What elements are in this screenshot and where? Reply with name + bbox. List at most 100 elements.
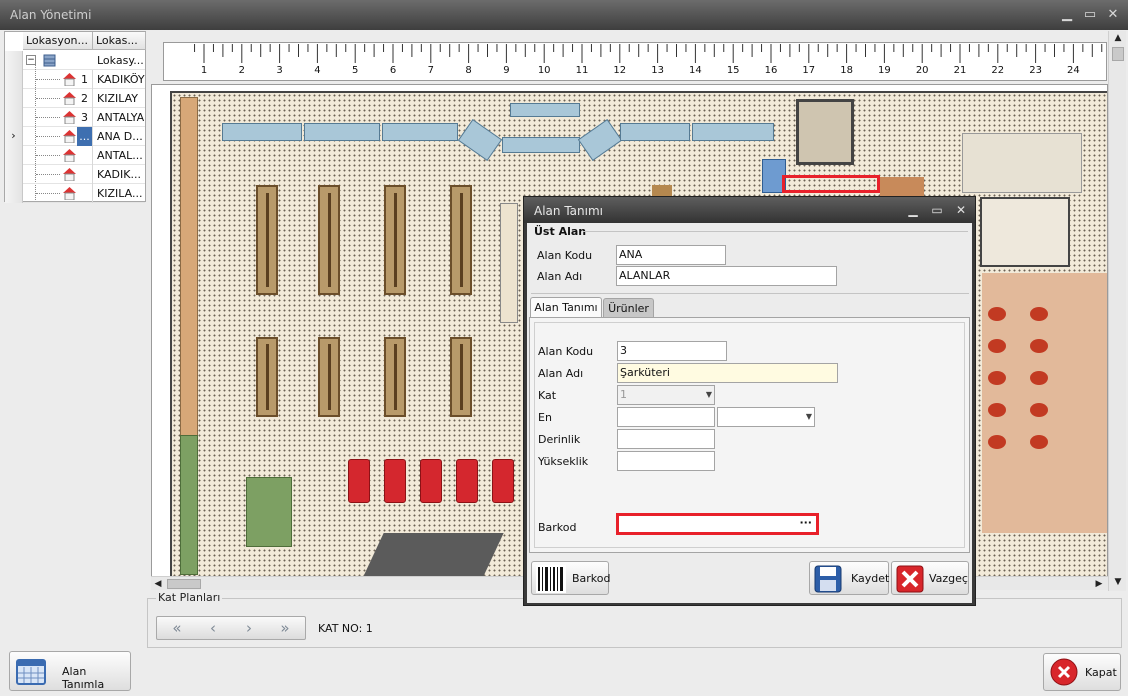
vertical-scrollbar[interactable]: ▲ ▼ [1108,31,1126,591]
ruler-number: 11 [575,65,589,76]
dialog-title: Alan Tanımı [534,204,603,218]
en-unit-select[interactable]: ▼ [717,407,815,427]
ust-alan-kodu-label: Alan Kodu [537,249,593,262]
house-icon [63,73,76,86]
location-row[interactable]: ANTAL... [5,146,145,165]
barkod-button[interactable]: Barkod [531,561,611,595]
kat-pager: « ‹ › » [156,616,306,640]
scroll-right-icon[interactable]: ▶ [1092,577,1106,591]
ust-alan-title: Üst Alan [534,225,587,238]
barkod-browse-button[interactable]: ··· [799,516,812,529]
dialog-minimize-icon[interactable]: ▁ [905,202,921,218]
dropdown-arrow-icon: ▼ [805,412,812,421]
location-row[interactable]: 2 KIZILAY [5,89,145,108]
alan-tanimla-button[interactable]: Alan Tanımla [9,651,131,691]
kat-no-label: KAT NO: 1 [318,622,373,635]
kat-label: Kat [538,389,557,402]
tab-urunler[interactable]: Ürünler [603,298,654,318]
next-page-button[interactable]: › [231,619,267,639]
en-label: En [538,411,552,424]
ruler-number: 20 [915,65,929,76]
scroll-left-icon[interactable]: ◀ [151,577,165,591]
ruler-number: 24 [1067,65,1080,76]
ruler-number: 3 [276,65,283,76]
ruler-number: 10 [537,65,551,76]
yukseklik-field[interactable] [617,451,715,471]
house-icon [63,149,76,162]
ruler-number: 15 [726,65,740,76]
ust-alan-kodu-field[interactable]: ANA [616,245,726,265]
ruler-number: 4 [314,65,321,76]
ruler-number: 8 [465,65,472,76]
location-row[interactable]: KADIK... [5,165,145,184]
row-selected-indicator: › [5,127,23,146]
ruler-number: 9 [503,65,510,76]
alan-kodu-label: Alan Kodu [538,345,594,358]
tree-root-label: Lokasy... [97,54,144,67]
tree-root-row[interactable]: − Lokasy... [5,51,145,70]
ruler: 1 2 3 4 5 6 7 8 9 10 11 12 13 14 15 16 17 18 19 20 21 22 23 24 [163,42,1107,81]
grid-header-lokasyon[interactable]: Lokasyon... [23,32,93,50]
house-icon [63,187,76,200]
ruler-number: 12 [613,65,627,76]
window-titlebar: Alan Yönetimi ▁ ▭ ✕ [0,0,1128,30]
alan-kodu-field[interactable]: 3 [617,341,727,361]
close-circle-icon [1050,658,1078,686]
ruler-number: 6 [389,65,397,76]
ruler-number: 18 [840,65,853,76]
yukseklik-label: Yükseklik [538,455,589,468]
house-icon [63,130,76,143]
dialog-close-icon[interactable]: ✕ [953,202,969,218]
kat-planlari-legend: Kat Planları [156,591,223,604]
calendar-grid-icon [16,659,46,685]
save-floppy-icon [814,565,842,593]
ruler-number: 16 [764,65,778,76]
house-icon [63,168,76,181]
scroll-down-icon[interactable]: ▼ [1111,575,1125,589]
en-field[interactable] [617,407,715,427]
close-icon[interactable]: ✕ [1104,6,1122,24]
ruler-number: 2 [238,65,245,76]
dropdown-arrow-icon: ▼ [705,390,712,399]
cancel-x-icon [896,565,924,593]
ruler-number: 13 [651,65,664,76]
scroll-thumb-vertical[interactable] [1112,47,1124,61]
barkod-field[interactable]: ··· [616,513,819,535]
ruler-number: 21 [953,65,967,76]
ruler-number: 23 [1029,65,1042,76]
last-page-button[interactable]: » [267,619,303,639]
kat-select[interactable]: 1 ▼ [617,385,715,405]
ust-alan-adi-label: Alan Adı [537,270,583,283]
scroll-up-icon[interactable]: ▲ [1111,31,1125,45]
vazgec-button[interactable]: Vazgeç [891,561,969,595]
dialog-body: Üst Alan Alan Kodu ANA Alan Adı ALANLAR … [527,223,972,603]
maximize-icon[interactable]: ▭ [1081,6,1099,24]
scroll-thumb-horizontal[interactable] [167,579,201,589]
derinlik-label: Derinlik [538,433,581,446]
location-row[interactable]: KIZILA... [5,184,145,203]
dialog-maximize-icon[interactable]: ▭ [929,202,945,218]
kaydet-button[interactable]: Kaydet [809,561,889,595]
barcode-icon [536,565,566,593]
house-icon [63,111,76,124]
barkod-label: Barkod [538,521,577,534]
derinlik-field[interactable] [617,429,715,449]
collapse-icon[interactable]: − [26,55,36,65]
prev-page-button[interactable]: ‹ [195,619,231,639]
dialog-titlebar: Alan Tanımı ▁ ▭ ✕ [524,197,975,223]
ruler-number: 5 [352,65,359,76]
location-row[interactable]: 1 KADIKÖY [5,70,145,89]
minimize-icon[interactable]: ▁ [1058,6,1076,24]
grid-header-lokas[interactable]: Lokas... [93,32,146,50]
alan-adi-field[interactable]: Şarküteri [617,363,838,383]
location-row-selected[interactable]: › ... ANA D... [5,127,145,146]
alan-tanimi-dialog: Alan Tanımı ▁ ▭ ✕ Üst Alan Alan Kodu ANA… [523,196,976,606]
ust-alan-adi-field[interactable]: ALANLAR [616,266,837,286]
location-row[interactable]: 3 ANTALYA [5,108,145,127]
tab-alan-tanimi[interactable]: Alan Tanımı [530,297,602,317]
selected-area-highlight [782,175,880,193]
first-page-button[interactable]: « [159,619,195,639]
database-icon [43,54,56,67]
kapat-button[interactable]: Kapat [1043,653,1121,691]
ruler-number: 22 [991,65,1005,76]
